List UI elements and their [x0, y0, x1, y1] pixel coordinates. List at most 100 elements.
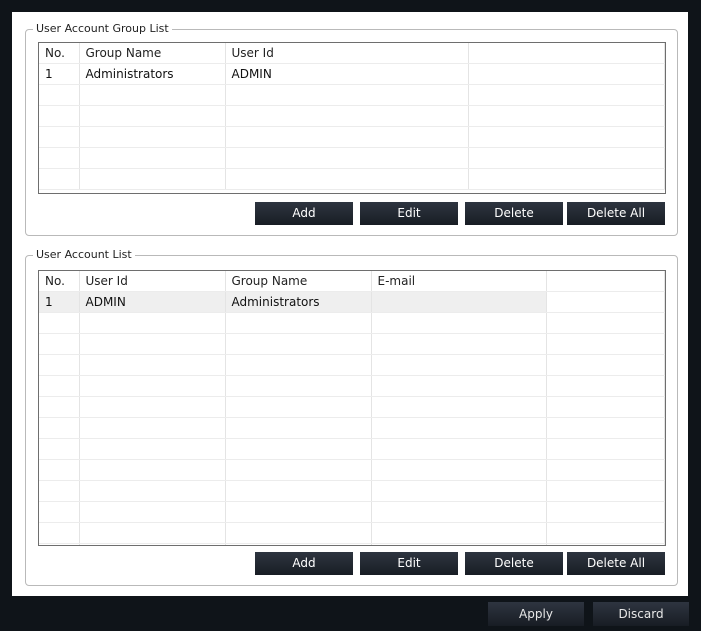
table-cell [468, 105, 665, 127]
discard-button[interactable]: Discard [593, 602, 689, 626]
table-cell [225, 312, 372, 334]
table-cell [79, 354, 226, 376]
group-list-section: User Account Group List No. Group Name U… [25, 21, 678, 236]
table-cell [371, 396, 547, 418]
table-cell [546, 354, 665, 376]
table-cell [79, 105, 226, 127]
table-cell [225, 375, 372, 397]
table-cell [79, 417, 226, 439]
table-cell [371, 522, 547, 544]
table-cell [546, 543, 665, 545]
table-cell: Administrators [79, 63, 226, 85]
account-table-row[interactable] [39, 459, 665, 481]
table-cell [39, 84, 80, 106]
table-cell [546, 501, 665, 523]
group-list-header-row: No. Group Name User Id [39, 43, 665, 64]
table-cell [79, 84, 226, 106]
account-add-button[interactable]: Add [255, 552, 353, 575]
account-table-row[interactable] [39, 375, 665, 397]
table-cell [39, 543, 80, 545]
column-header-empty[interactable] [468, 43, 665, 64]
table-cell [79, 396, 226, 418]
group-table-row[interactable] [39, 168, 665, 190]
table-cell [79, 147, 226, 169]
table-cell [79, 480, 226, 502]
account-table-row[interactable] [39, 354, 665, 376]
group-table-row[interactable] [39, 147, 665, 169]
account-table-row[interactable] [39, 438, 665, 460]
group-add-button[interactable]: Add [255, 202, 353, 225]
group-table-row[interactable] [39, 84, 665, 106]
account-edit-button[interactable]: Edit [360, 552, 458, 575]
table-cell [468, 126, 665, 148]
table-cell [79, 375, 226, 397]
column-header-no[interactable]: No. [39, 43, 80, 64]
table-cell [546, 375, 665, 397]
group-table-row[interactable] [39, 126, 665, 148]
group-delete-button[interactable]: Delete [465, 202, 563, 225]
column-header-empty[interactable] [546, 271, 665, 292]
account-delete-button[interactable]: Delete [465, 552, 563, 575]
table-cell [546, 312, 665, 334]
account-table-row[interactable] [39, 333, 665, 355]
account-table-row[interactable]: 1 ADMIN Administrators [39, 291, 665, 313]
table-cell [225, 147, 469, 169]
table-cell [225, 333, 372, 355]
table-cell [225, 84, 469, 106]
table-cell [39, 312, 80, 334]
table-cell [39, 333, 80, 355]
table-cell: 1 [39, 63, 80, 85]
table-cell [546, 291, 665, 313]
table-cell [79, 126, 226, 148]
account-list-section: User Account List No. User Id Group Name… [25, 247, 678, 586]
account-table-row[interactable] [39, 543, 665, 545]
account-table-row[interactable] [39, 312, 665, 334]
table-cell [468, 147, 665, 169]
table-cell [546, 417, 665, 439]
group-table-row[interactable] [39, 105, 665, 127]
table-cell [371, 438, 547, 460]
group-list-button-row: Add Edit Delete Delete All [26, 202, 677, 225]
column-header-email[interactable]: E-mail [371, 271, 547, 292]
table-cell [371, 480, 547, 502]
table-cell [79, 501, 226, 523]
account-delete-all-button[interactable]: Delete All [567, 552, 665, 575]
column-header-user-id[interactable]: User Id [225, 43, 469, 64]
table-cell [468, 84, 665, 106]
table-cell [225, 501, 372, 523]
table-cell [225, 543, 372, 545]
table-cell [371, 291, 547, 313]
account-table-row[interactable] [39, 396, 665, 418]
table-cell [468, 63, 665, 85]
table-cell [79, 459, 226, 481]
account-table-row[interactable] [39, 501, 665, 523]
table-cell [546, 438, 665, 460]
table-cell [546, 333, 665, 355]
table-cell [225, 126, 469, 148]
account-table-row[interactable] [39, 480, 665, 502]
table-cell [79, 438, 226, 460]
group-table-row[interactable]: 1 Administrators ADMIN [39, 63, 665, 85]
table-cell [225, 396, 372, 418]
table-cell [39, 522, 80, 544]
table-cell: ADMIN [225, 63, 469, 85]
column-header-group-name[interactable]: Group Name [79, 43, 226, 64]
apply-button[interactable]: Apply [488, 602, 584, 626]
column-header-group-name[interactable]: Group Name [225, 271, 372, 292]
table-cell [39, 126, 80, 148]
account-table-row[interactable] [39, 417, 665, 439]
table-cell [225, 354, 372, 376]
account-list-table[interactable]: No. User Id Group Name E-mail 1 ADMIN Admi… [38, 270, 666, 546]
table-cell [371, 375, 547, 397]
table-cell [39, 501, 80, 523]
group-edit-button[interactable]: Edit [360, 202, 458, 225]
account-list-title: User Account List [33, 247, 135, 263]
table-cell [39, 396, 80, 418]
group-list-table[interactable]: No. Group Name User Id 1 Administrators AD… [38, 42, 666, 194]
account-table-row[interactable] [39, 522, 665, 544]
table-cell [371, 312, 547, 334]
column-header-no[interactable]: No. [39, 271, 80, 292]
column-header-user-id[interactable]: User Id [79, 271, 226, 292]
group-delete-all-button[interactable]: Delete All [567, 202, 665, 225]
account-list-button-row: Add Edit Delete Delete All [26, 552, 677, 575]
